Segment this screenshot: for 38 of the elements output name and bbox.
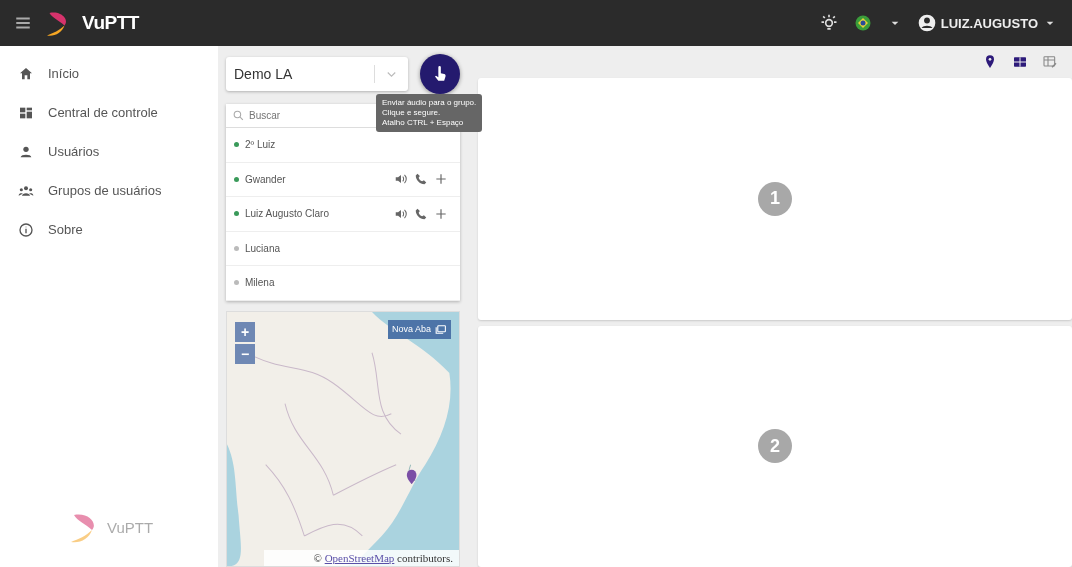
brand-name: VuPTT [82, 12, 139, 34]
group-select[interactable]: Demo LA [226, 57, 408, 91]
user-list-item[interactable]: Gwander [226, 162, 460, 197]
table-edit-icon[interactable] [1042, 54, 1058, 70]
tooltip-text: Clique e segure. [382, 108, 442, 118]
user-list-item[interactable]: Luciana [226, 231, 460, 266]
user-name: Gwander [245, 173, 287, 185]
account-icon [916, 13, 937, 33]
zoom-in-button[interactable]: + [235, 321, 255, 342]
tooltip-text: Enviar áudio para o grupo. [382, 98, 477, 108]
user-name: Milena [245, 277, 276, 289]
panel-number: 1 [758, 181, 792, 216]
attribution-text: © OpenStreetMap contributors. [263, 550, 459, 566]
push-to-talk-button[interactable] [420, 54, 460, 94]
user-name: Luciana [245, 242, 282, 254]
phone-icon[interactable] [414, 172, 428, 187]
info-icon [18, 221, 34, 238]
home-icon [18, 65, 34, 82]
user-list-item[interactable]: 2º Luiz [226, 128, 460, 163]
window-icon [434, 322, 447, 336]
zoom-out-button[interactable]: − [235, 343, 255, 364]
sidebar-item[interactable]: Grupos de usuários [0, 171, 218, 210]
brand-name: VuPTT [106, 518, 154, 536]
sidebar-item[interactable]: Sobre [0, 210, 218, 249]
sidebar-item[interactable]: Central de controle [0, 93, 218, 132]
user-list-item[interactable]: Luiz Augusto Claro [226, 197, 460, 232]
user-name: Luiz Augusto Claro [245, 208, 330, 220]
user-name: 2º Luiz [245, 139, 277, 151]
user-menu-button[interactable]: LUIZ.AUGUSTO [916, 13, 1058, 33]
phone-icon[interactable] [414, 206, 428, 221]
sidebar-item[interactable]: Início [0, 54, 218, 93]
search-icon [232, 109, 245, 122]
user-list-item[interactable]: Milena [226, 266, 460, 301]
grid-icon[interactable] [1012, 54, 1028, 70]
sidebar-item[interactable]: Usuários [0, 132, 218, 171]
attribution-link[interactable]: OpenStreetMap [324, 552, 395, 564]
tooltip-text: Atalho CTRL + Espaço [382, 118, 465, 128]
panel-number: 2 [758, 429, 792, 464]
